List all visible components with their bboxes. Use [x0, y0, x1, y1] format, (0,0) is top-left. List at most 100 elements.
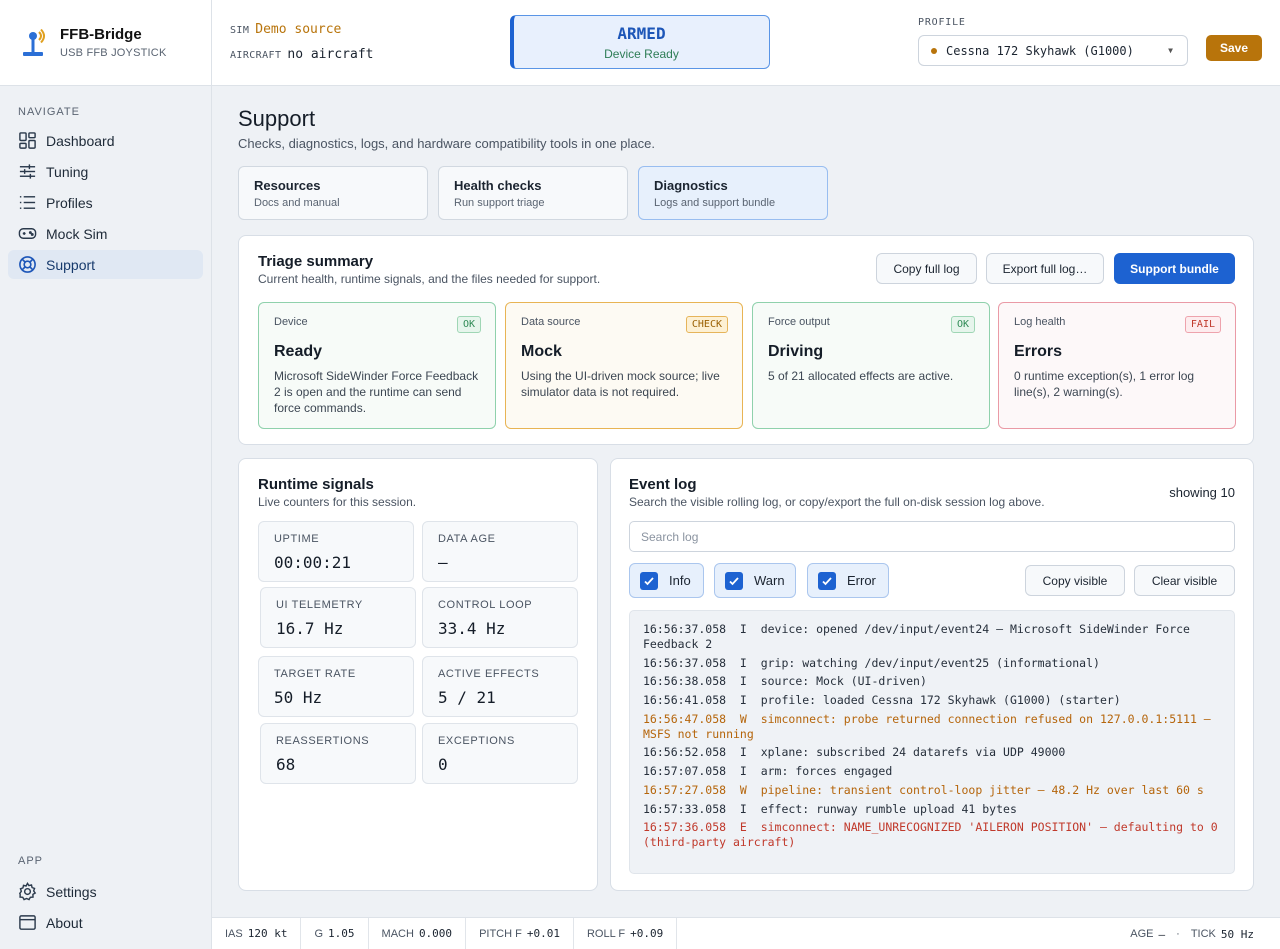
footer-mach: MACH 0.000	[369, 917, 467, 949]
app-section-label: APP	[18, 855, 44, 867]
brand: FFB-Bridge USB FFB JOYSTICK	[0, 0, 211, 86]
metric-value: 00:00:21	[274, 553, 352, 572]
save-button[interactable]: Save	[1206, 35, 1262, 61]
footer-label: MACH	[381, 927, 414, 940]
aircraft-tag: AIRCRAFT	[230, 50, 282, 61]
search-log-input[interactable]	[629, 521, 1235, 552]
status-description: Microsoft SideWinder Force Feedback 2 is…	[274, 369, 479, 415]
list-icon	[19, 196, 36, 209]
metric-label: EXCEPTIONS	[438, 735, 515, 747]
profile-label: PROFILE	[918, 17, 966, 28]
main-content: Support Checks, diagnostics, logs, and h…	[212, 86, 1280, 917]
profile-select[interactable]: Cessna 172 Skyhawk (G1000) ▼	[918, 35, 1188, 66]
footer-roll-f: ROLL F +0.09	[574, 917, 678, 949]
log-line: 16:57:33.058 I effect: runway rumble upl…	[643, 801, 1017, 816]
profile-dot-icon	[931, 47, 937, 54]
support-tabs: Resources Docs and manual Health checks …	[238, 166, 828, 220]
nav-item-about[interactable]: About	[8, 908, 204, 937]
metric-control-loop: CONTROL LOOP 33.4 Hz	[422, 587, 578, 648]
sliders-icon	[19, 164, 36, 179]
metric-value: 33.4 Hz	[438, 619, 506, 638]
metric-exceptions: EXCEPTIONS 0	[422, 723, 578, 784]
nav-item-profiles[interactable]: Profiles	[8, 188, 203, 217]
nav-item-tuning[interactable]: Tuning	[8, 157, 203, 186]
nav-item-settings[interactable]: Settings	[8, 877, 204, 906]
status-card-force-output: Force output OK Driving 5 of 21 allocate…	[752, 302, 990, 429]
status-description: 0 runtime exception(s), 1 error log line…	[1014, 369, 1195, 399]
event-log-subtitle: Search the visible rolling log, or copy/…	[629, 495, 1045, 509]
metric-label: TARGET RATE	[274, 668, 356, 680]
sim-value: Demo source	[255, 22, 342, 37]
nav-item-support[interactable]: Support	[8, 250, 203, 279]
triage-title: Triage summary	[258, 253, 374, 270]
armed-status[interactable]: ARMED Device Ready	[510, 15, 770, 69]
export-full-log-button[interactable]: Export full log…	[986, 253, 1104, 284]
tab-diagnostics[interactable]: Diagnostics Logs and support bundle	[638, 166, 828, 220]
filter-warn-checkbox[interactable]: Warn	[714, 563, 796, 598]
brand-title: FFB-Bridge	[60, 26, 142, 43]
copy-visible-button[interactable]: Copy visible	[1025, 565, 1125, 596]
nav-item-dashboard[interactable]: Dashboard	[8, 126, 203, 155]
support-bundle-button[interactable]: Support bundle	[1114, 253, 1235, 284]
metric-value: 5 / 21	[438, 688, 496, 707]
status-badge: FAIL	[1184, 316, 1221, 333]
nav-label: Profiles	[46, 194, 93, 211]
footer-right: AGE — · TICK 50 Hz	[1130, 918, 1254, 949]
metric-label: UPTIME	[274, 533, 320, 545]
filter-label: Error	[847, 573, 876, 588]
filter-info-checkbox[interactable]: Info	[629, 563, 704, 598]
footer-ias: IAS 120 kt	[212, 917, 302, 949]
event-log-output[interactable]: 16:56:37.058 I device: opened /dev/input…	[629, 610, 1235, 874]
metric-data-age: DATA AGE —	[422, 521, 578, 582]
event-log-card: Event log Search the visible rolling log…	[610, 458, 1254, 891]
nav-label: Mock Sim	[46, 225, 108, 242]
page-subtitle: Checks, diagnostics, logs, and hardware …	[238, 136, 655, 151]
tab-title: Diagnostics	[654, 178, 728, 193]
nav-item-mock-sim[interactable]: Mock Sim	[8, 219, 203, 248]
aircraft-value: no aircraft	[287, 47, 374, 62]
tab-health-checks[interactable]: Health checks Run support triage	[438, 166, 628, 220]
tab-subtitle: Run support triage	[454, 197, 545, 209]
clear-visible-button[interactable]: Clear visible	[1134, 565, 1235, 596]
triage-subtitle: Current health, runtime signals, and the…	[258, 272, 601, 286]
runtime-signals-card: Runtime signals Live counters for this s…	[238, 458, 598, 891]
footer-tick-value: 50 Hz	[1220, 927, 1254, 941]
joystick-logo-icon	[23, 28, 45, 56]
metric-value: 16.7 Hz	[276, 619, 344, 638]
topbar: SIM Demo source AIRCRAFT no aircraft ARMED…	[212, 0, 1280, 86]
status-badge: CHECK	[685, 316, 728, 333]
runtime-title: Runtime signals	[258, 476, 374, 493]
log-line: 16:56:41.058 I profile: loaded Cessna 17…	[643, 693, 1121, 708]
footer-pitch-f: PITCH F +0.01	[466, 917, 574, 949]
log-line-warn: 16:57:27.058 W pipeline: transient contr…	[643, 782, 1204, 797]
metric-value: 68	[276, 755, 296, 774]
footer-label: ROLL F	[586, 927, 626, 940]
aircraft: AIRCRAFT no aircraft	[230, 46, 373, 62]
log-line: 16:56:37.058 I grip: watching /dev/input…	[643, 655, 1100, 670]
tab-resources[interactable]: Resources Docs and manual	[238, 166, 428, 220]
tab-subtitle: Docs and manual	[254, 197, 340, 209]
metric-label: DATA AGE	[438, 533, 496, 545]
log-line: 16:56:38.058 I source: Mock (UI-driven)	[643, 674, 927, 689]
metric-active-effects: ACTIVE EFFECTS 5 / 21	[422, 656, 578, 717]
copy-full-log-button[interactable]: Copy full log	[876, 253, 977, 284]
metric-value: 0	[438, 755, 448, 774]
metric-reassertions: REASSERTIONS 68	[260, 723, 416, 784]
sim-source: SIM Demo source	[230, 21, 341, 37]
checkmark-icon	[725, 571, 743, 590]
metric-label: ACTIVE EFFECTS	[438, 668, 540, 680]
footer-g: G 1.05	[301, 917, 369, 949]
status-value: Mock	[521, 343, 562, 360]
nav-label: Settings	[46, 883, 97, 900]
status-badge: OK	[950, 316, 975, 333]
status-description: Using the UI-driven mock source; live si…	[521, 369, 720, 399]
log-line-error: 16:57:36.058 E simconnect: NAME_UNRECOGN…	[643, 820, 1225, 850]
runtime-subtitle: Live counters for this session.	[258, 495, 417, 509]
status-badge: OK	[456, 316, 481, 333]
footer-label: IAS	[225, 927, 243, 940]
filter-error-checkbox[interactable]: Error	[807, 563, 889, 598]
metric-label: UI TELEMETRY	[276, 599, 363, 611]
metric-uptime: UPTIME 00:00:21	[258, 521, 414, 582]
sidebar: FFB-Bridge USB FFB JOYSTICK NAVIGATE Das…	[0, 0, 212, 949]
status-label: Force output	[768, 316, 830, 328]
